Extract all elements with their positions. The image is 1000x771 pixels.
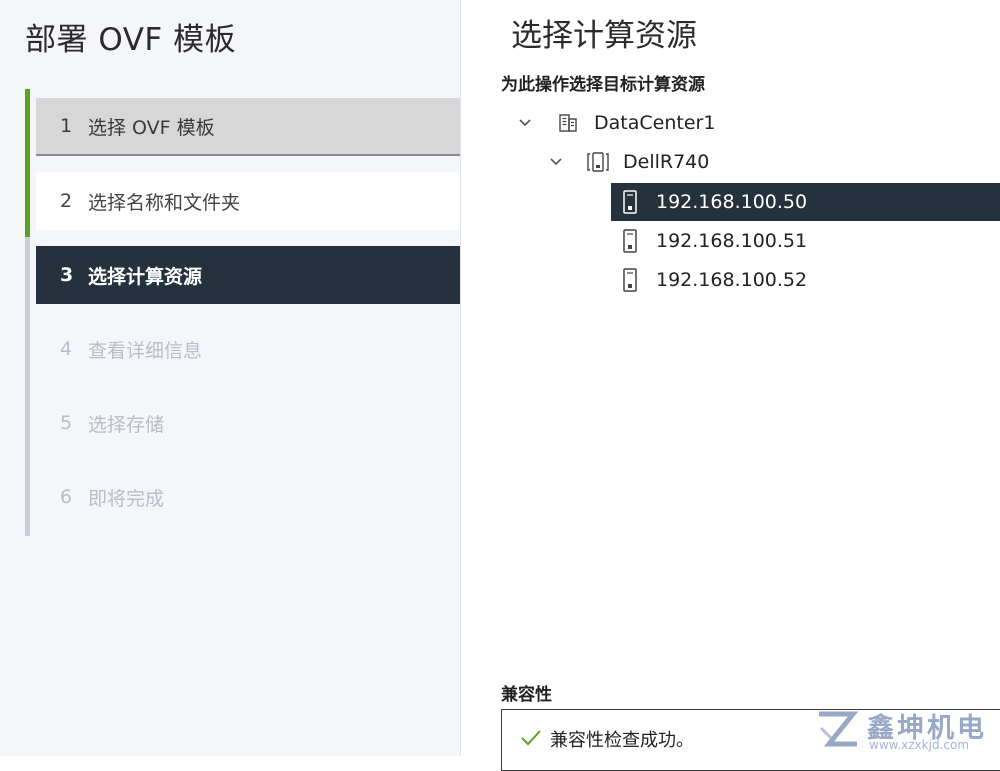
step-select-name-folder[interactable]: 2 选择名称和文件夹 xyxy=(36,172,460,230)
tree-node-host[interactable]: 192.168.100.51 xyxy=(611,222,1000,260)
watermark: 鑫坤机电 www.xzxkjd.com xyxy=(815,706,1000,756)
step-label: 选择存储 xyxy=(88,413,165,436)
tree-node-label: 192.168.100.50 xyxy=(656,191,808,213)
tree-node-label: 192.168.100.52 xyxy=(656,269,808,291)
compatibility-label: 兼容性 xyxy=(501,685,552,705)
tree-node-label: 192.168.100.51 xyxy=(656,230,808,252)
host-icon xyxy=(623,190,637,214)
step-label: 选择 OVF 模板 xyxy=(88,116,215,139)
watermark-logo-icon xyxy=(819,711,859,747)
step-label: 选择名称和文件夹 xyxy=(88,191,241,214)
step-number: 5 xyxy=(60,412,73,434)
page-subtitle: 为此操作选择目标计算资源 xyxy=(501,75,705,95)
progress-track xyxy=(25,89,30,536)
step-review-details: 4 查看详细信息 xyxy=(36,320,460,378)
step-number: 4 xyxy=(60,338,73,360)
step-number: 1 xyxy=(60,115,73,137)
host-icon xyxy=(623,229,637,253)
wizard-steps: 1 选择 OVF 模板 2 选择名称和文件夹 3 选择计算资源 4 查看详细信息… xyxy=(36,98,460,542)
page-title: 选择计算资源 xyxy=(511,18,697,54)
tree-node-host[interactable]: 192.168.100.52 xyxy=(611,261,1000,299)
watermark-url: www.xzxkjd.com xyxy=(869,738,970,752)
wizard-title: 部署 OVF 模板 xyxy=(25,22,237,58)
wizard-sidebar: 部署 OVF 模板 1 选择 OVF 模板 2 选择名称和文件夹 3 选择计算资… xyxy=(0,0,461,756)
progress-fill xyxy=(25,89,30,237)
step-label: 查看详细信息 xyxy=(88,339,203,362)
datacenter-icon xyxy=(559,114,577,132)
step-number: 6 xyxy=(60,486,73,508)
tree-node-label: DataCenter1 xyxy=(594,112,716,134)
tree-node-host[interactable]: 192.168.100.50 xyxy=(611,183,1000,221)
tree-node-label: DellR740 xyxy=(623,151,710,173)
step-number: 2 xyxy=(60,190,73,212)
step-label: 选择计算资源 xyxy=(88,265,203,288)
host-icon xyxy=(623,268,637,292)
chevron-down-icon[interactable] xyxy=(518,116,532,130)
step-select-ovf-template[interactable]: 1 选择 OVF 模板 xyxy=(36,98,460,156)
compatibility-message: 兼容性检查成功。 xyxy=(550,730,694,751)
step-number: 3 xyxy=(60,264,74,286)
chevron-down-icon[interactable] xyxy=(549,155,563,169)
step-select-storage: 5 选择存储 xyxy=(36,394,460,452)
tree-node-datacenter[interactable]: DataCenter1 xyxy=(518,104,715,142)
step-ready-to-complete: 6 即将完成 xyxy=(36,468,460,526)
cluster-icon xyxy=(587,152,609,172)
step-label: 即将完成 xyxy=(88,487,165,510)
step-select-compute-resource[interactable]: 3 选择计算资源 xyxy=(36,246,460,304)
tree-node-cluster[interactable]: DellR740 xyxy=(549,143,709,181)
check-icon xyxy=(521,730,541,746)
